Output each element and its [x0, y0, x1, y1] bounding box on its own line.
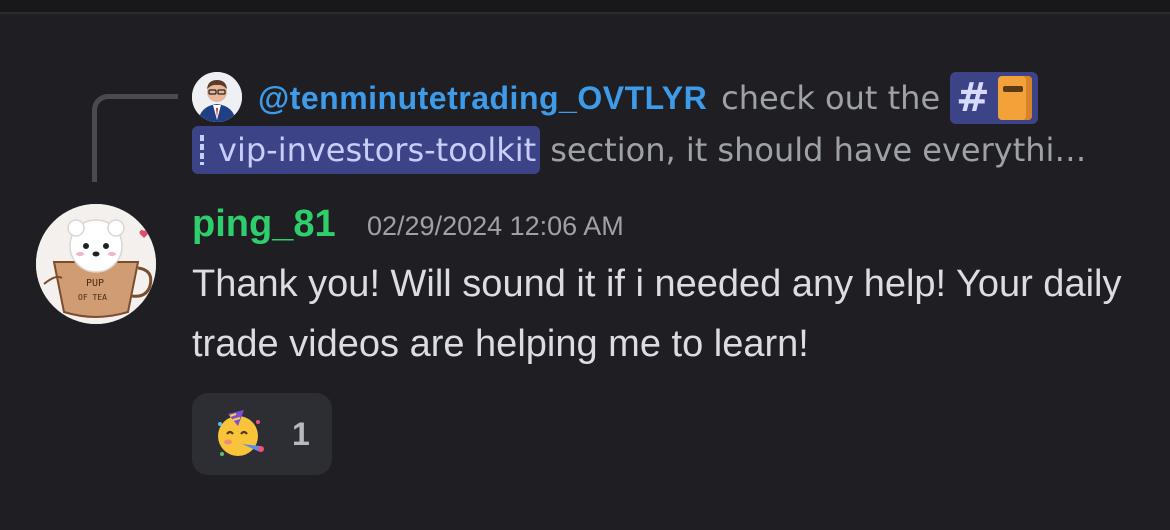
- reply-connector: [92, 94, 178, 182]
- reply-mention[interactable]: @tenminutetrading_OVTLYR: [258, 80, 707, 117]
- reply-text: check out the: [721, 79, 941, 117]
- dog-in-cup-avatar-icon: PUP OF TEA: [36, 204, 156, 324]
- reply-text-continued: section, it should have everythi…: [550, 131, 1087, 169]
- dashed-bar-icon: [200, 135, 204, 165]
- reaction-button[interactable]: 1: [192, 393, 332, 475]
- avatar-text-line2: OF TEA: [78, 293, 107, 302]
- channel-name: vip-investors-toolkit: [218, 131, 537, 169]
- user-avatar[interactable]: PUP OF TEA: [36, 204, 156, 324]
- chat-view: @tenminutetrading_OVTLYR check out the #…: [0, 0, 1170, 530]
- channel-mention-name[interactable]: vip-investors-toolkit: [192, 126, 541, 174]
- message-author[interactable]: ping_81: [192, 198, 336, 250]
- replied-user-avatar[interactable]: [192, 72, 242, 122]
- reply-preview-line-2[interactable]: vip-investors-toolkit section, it should…: [192, 126, 1086, 174]
- person-avatar-icon: [192, 72, 242, 122]
- message-content: Thank you! Will sound it if i needed any…: [192, 263, 1122, 365]
- book-icon: [997, 76, 1032, 120]
- partying-face-icon: [218, 410, 264, 456]
- message-timestamp[interactable]: 02/29/2024 12:06 AM: [367, 206, 624, 246]
- avatar-text-line1: PUP: [86, 278, 104, 289]
- hash-icon: #: [956, 75, 990, 121]
- top-divider: [0, 0, 1170, 14]
- reply-preview-line-1[interactable]: @tenminutetrading_OVTLYR check out the #: [258, 72, 1038, 124]
- channel-mention-pill[interactable]: #: [950, 72, 1038, 124]
- reaction-count: 1: [292, 415, 310, 452]
